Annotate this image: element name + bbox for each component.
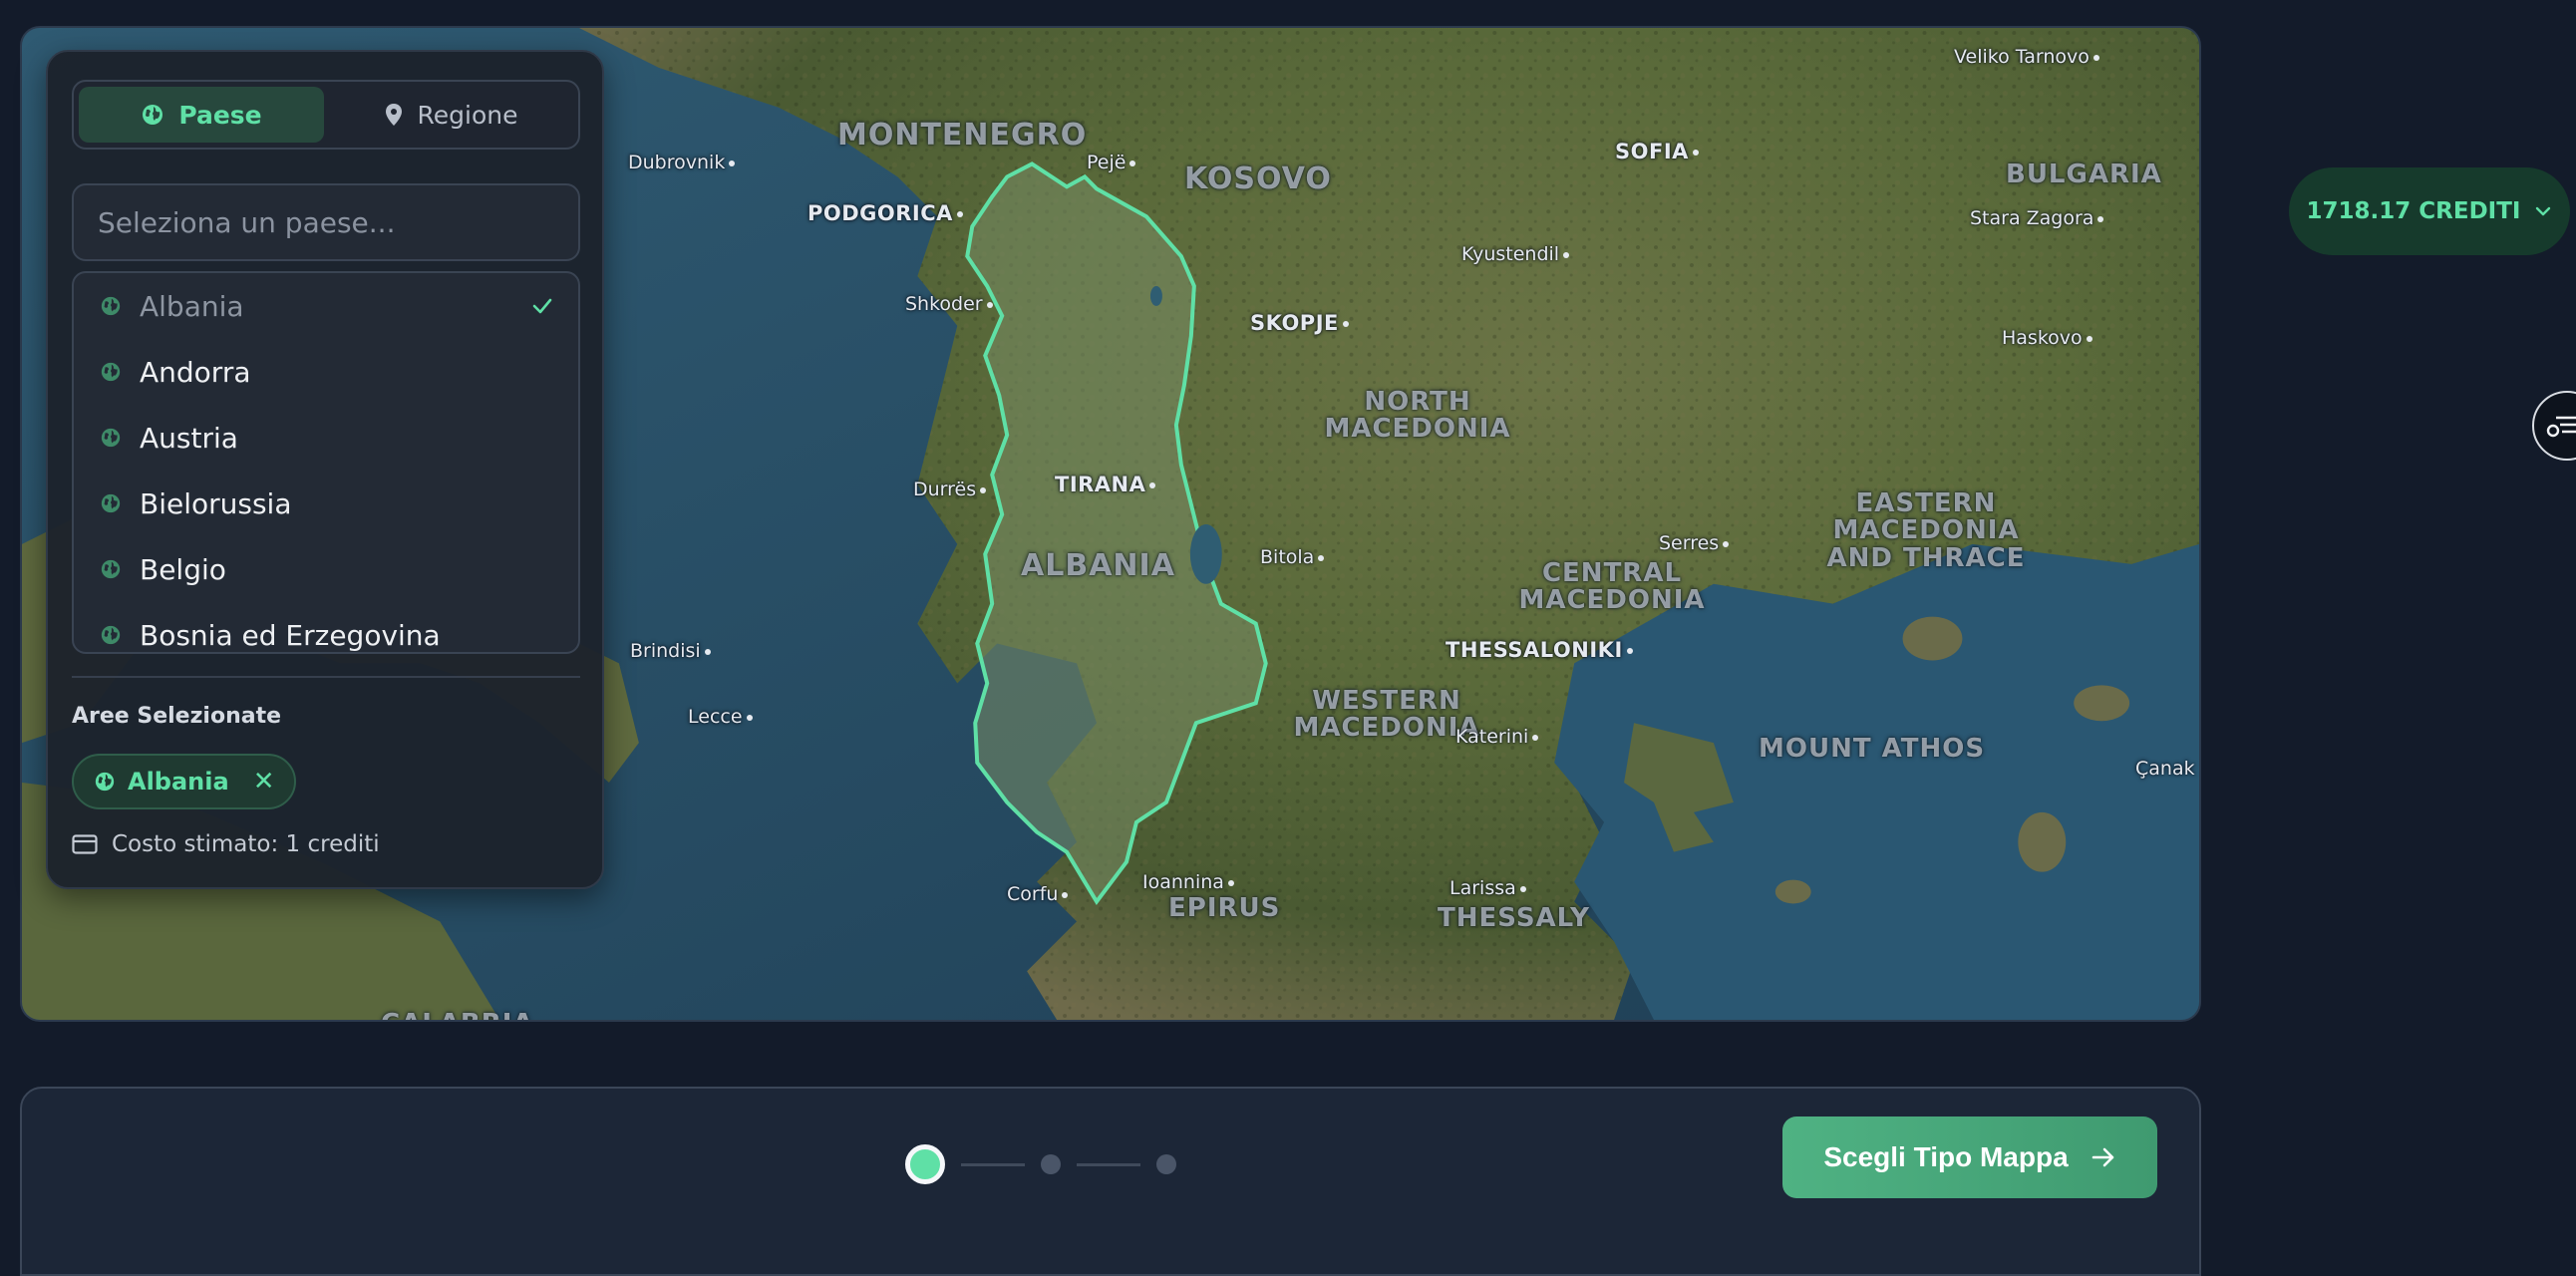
map-city-kyustendil: Kyustendil xyxy=(1461,243,1569,265)
globe-icon xyxy=(101,296,121,316)
globe-icon xyxy=(95,772,115,792)
choose-map-type-button[interactable]: Scegli Tipo Mappa xyxy=(1782,1116,2157,1198)
map-city-bitola: Bitola xyxy=(1260,546,1324,568)
country-option-bosnia[interactable]: Bosnia ed Erzegovina xyxy=(74,602,578,652)
step-connector xyxy=(961,1162,1025,1166)
step-1 xyxy=(905,1144,945,1184)
estimated-cost: Costo stimato: 1 crediti xyxy=(72,831,380,857)
map-label-albania: ALBANIA xyxy=(1021,548,1175,583)
map-city-skopje: SKOPJE xyxy=(1250,311,1349,335)
map-pin-icon xyxy=(385,104,402,126)
map-label-montenegro: MONTENEGRO xyxy=(837,118,1088,153)
country-option-albania[interactable]: Albania xyxy=(74,273,578,339)
globe-icon xyxy=(101,362,121,382)
globe-icon xyxy=(101,625,121,645)
map-city-durres: Durrës xyxy=(913,478,986,500)
map-city-serres: Serres xyxy=(1659,532,1729,554)
country-option-austria[interactable]: Austria xyxy=(74,405,578,471)
tab-country-label: Paese xyxy=(178,100,262,130)
estimated-cost-text: Costo stimato: 1 crediti xyxy=(112,831,380,857)
map-city-katerini: Katerini xyxy=(1455,726,1538,748)
chevron-down-icon xyxy=(2536,206,2551,216)
globe-icon xyxy=(143,105,163,125)
map-city-ioannina: Ioannina xyxy=(1142,871,1234,893)
area-selection-panel: Paese Regione Albania Andorra Austria Bi… xyxy=(46,50,604,889)
choose-map-type-label: Scegli Tipo Mappa xyxy=(1823,1141,2069,1172)
country-option-label: Belgio xyxy=(140,552,226,586)
credits-dropdown[interactable]: 1718.17 CREDITI xyxy=(2289,167,2570,255)
filter-settings-icon xyxy=(2546,416,2576,438)
map-label-calabria: CALABRIA xyxy=(381,1010,534,1020)
globe-icon xyxy=(101,428,121,448)
remove-area-icon[interactable]: ✕ xyxy=(253,767,275,797)
selected-area-label: Albania xyxy=(128,768,229,796)
map-city-larissa: Larissa xyxy=(1449,877,1526,899)
country-option-label: Bielorussia xyxy=(140,486,292,520)
side-panel-tab[interactable] xyxy=(2532,391,2576,461)
selected-area-chip: Albania ✕ xyxy=(72,754,297,809)
map-city-dubrovnik: Dubrovnik xyxy=(628,152,735,173)
arrow-right-icon xyxy=(2092,1147,2113,1167)
map-city-podgorica: PODGORICA xyxy=(807,201,963,225)
country-list[interactable]: Albania Andorra Austria Bielorussia Belg… xyxy=(72,271,580,654)
country-option-label: Albania xyxy=(140,289,244,323)
map-label-mount-athos: MOUNT ATHOS xyxy=(1759,734,1986,764)
globe-icon xyxy=(101,493,121,513)
step-3 xyxy=(1156,1154,1176,1174)
country-option-label: Austria xyxy=(140,421,238,455)
credit-card-icon xyxy=(72,834,98,854)
map-city-brindisi: Brindisi xyxy=(630,640,711,662)
country-option-label: Andorra xyxy=(140,355,251,389)
country-option-bielorussia[interactable]: Bielorussia xyxy=(74,471,578,536)
country-option-label: Bosnia ed Erzegovina xyxy=(140,618,441,652)
map-city-haskovo: Haskovo xyxy=(2002,327,2093,349)
credits-label: 1718.17 CREDITI xyxy=(2306,198,2521,224)
map-label-epirus: EPIRUS xyxy=(1168,893,1281,923)
map-city-lecce: Lecce xyxy=(688,706,753,728)
map-label-bulgaria: BULGARIA xyxy=(2006,160,2162,189)
country-option-andorra[interactable]: Andorra xyxy=(74,339,578,405)
step-indicator xyxy=(905,1144,1176,1184)
panel-divider xyxy=(72,676,580,678)
step-2 xyxy=(1041,1154,1061,1174)
map-label-kosovo: KOSOVO xyxy=(1184,161,1332,196)
map-city-peje: Pejë xyxy=(1087,152,1135,173)
map-label-thessaly: THESSALY xyxy=(1438,903,1591,933)
tab-region[interactable]: Regione xyxy=(328,87,573,143)
step-connector xyxy=(1077,1162,1140,1166)
country-search-input[interactable] xyxy=(72,183,580,261)
tab-region-label: Regione xyxy=(417,100,518,130)
tab-country[interactable]: Paese xyxy=(79,87,324,143)
check-icon xyxy=(532,298,552,314)
map-city-stara-zagora: Stara Zagora xyxy=(1970,207,2103,229)
selected-areas-title: Aree Selezionate xyxy=(72,704,282,729)
map-city-sofia: SOFIA xyxy=(1615,140,1699,163)
map-city-tirana: TIRANA xyxy=(1055,473,1155,496)
globe-icon xyxy=(101,559,121,579)
country-option-belgio[interactable]: Belgio xyxy=(74,536,578,602)
map-label-north-macedonia: NORTH MACEDONIA xyxy=(1324,387,1511,445)
map-city-shkoder: Shkoder xyxy=(905,293,993,315)
map-city-veliko-tarnovo: Veliko Tarnovo xyxy=(1954,46,2099,68)
selection-mode-toggle: Paese Regione xyxy=(72,80,580,150)
wizard-footer: Scegli Tipo Mappa xyxy=(20,1087,2201,1276)
map-label-central-macedonia: CENTRAL MACEDONIA xyxy=(1518,558,1706,616)
map-city-corfu: Corfu xyxy=(1007,883,1068,905)
map-city-canak: Çanak xyxy=(2135,758,2199,780)
map-label-eastern-macedonia: EASTERN MACEDONIA AND THRACE xyxy=(1826,488,2026,573)
map-city-thessaloniki: THESSALONIKI xyxy=(1446,638,1633,662)
